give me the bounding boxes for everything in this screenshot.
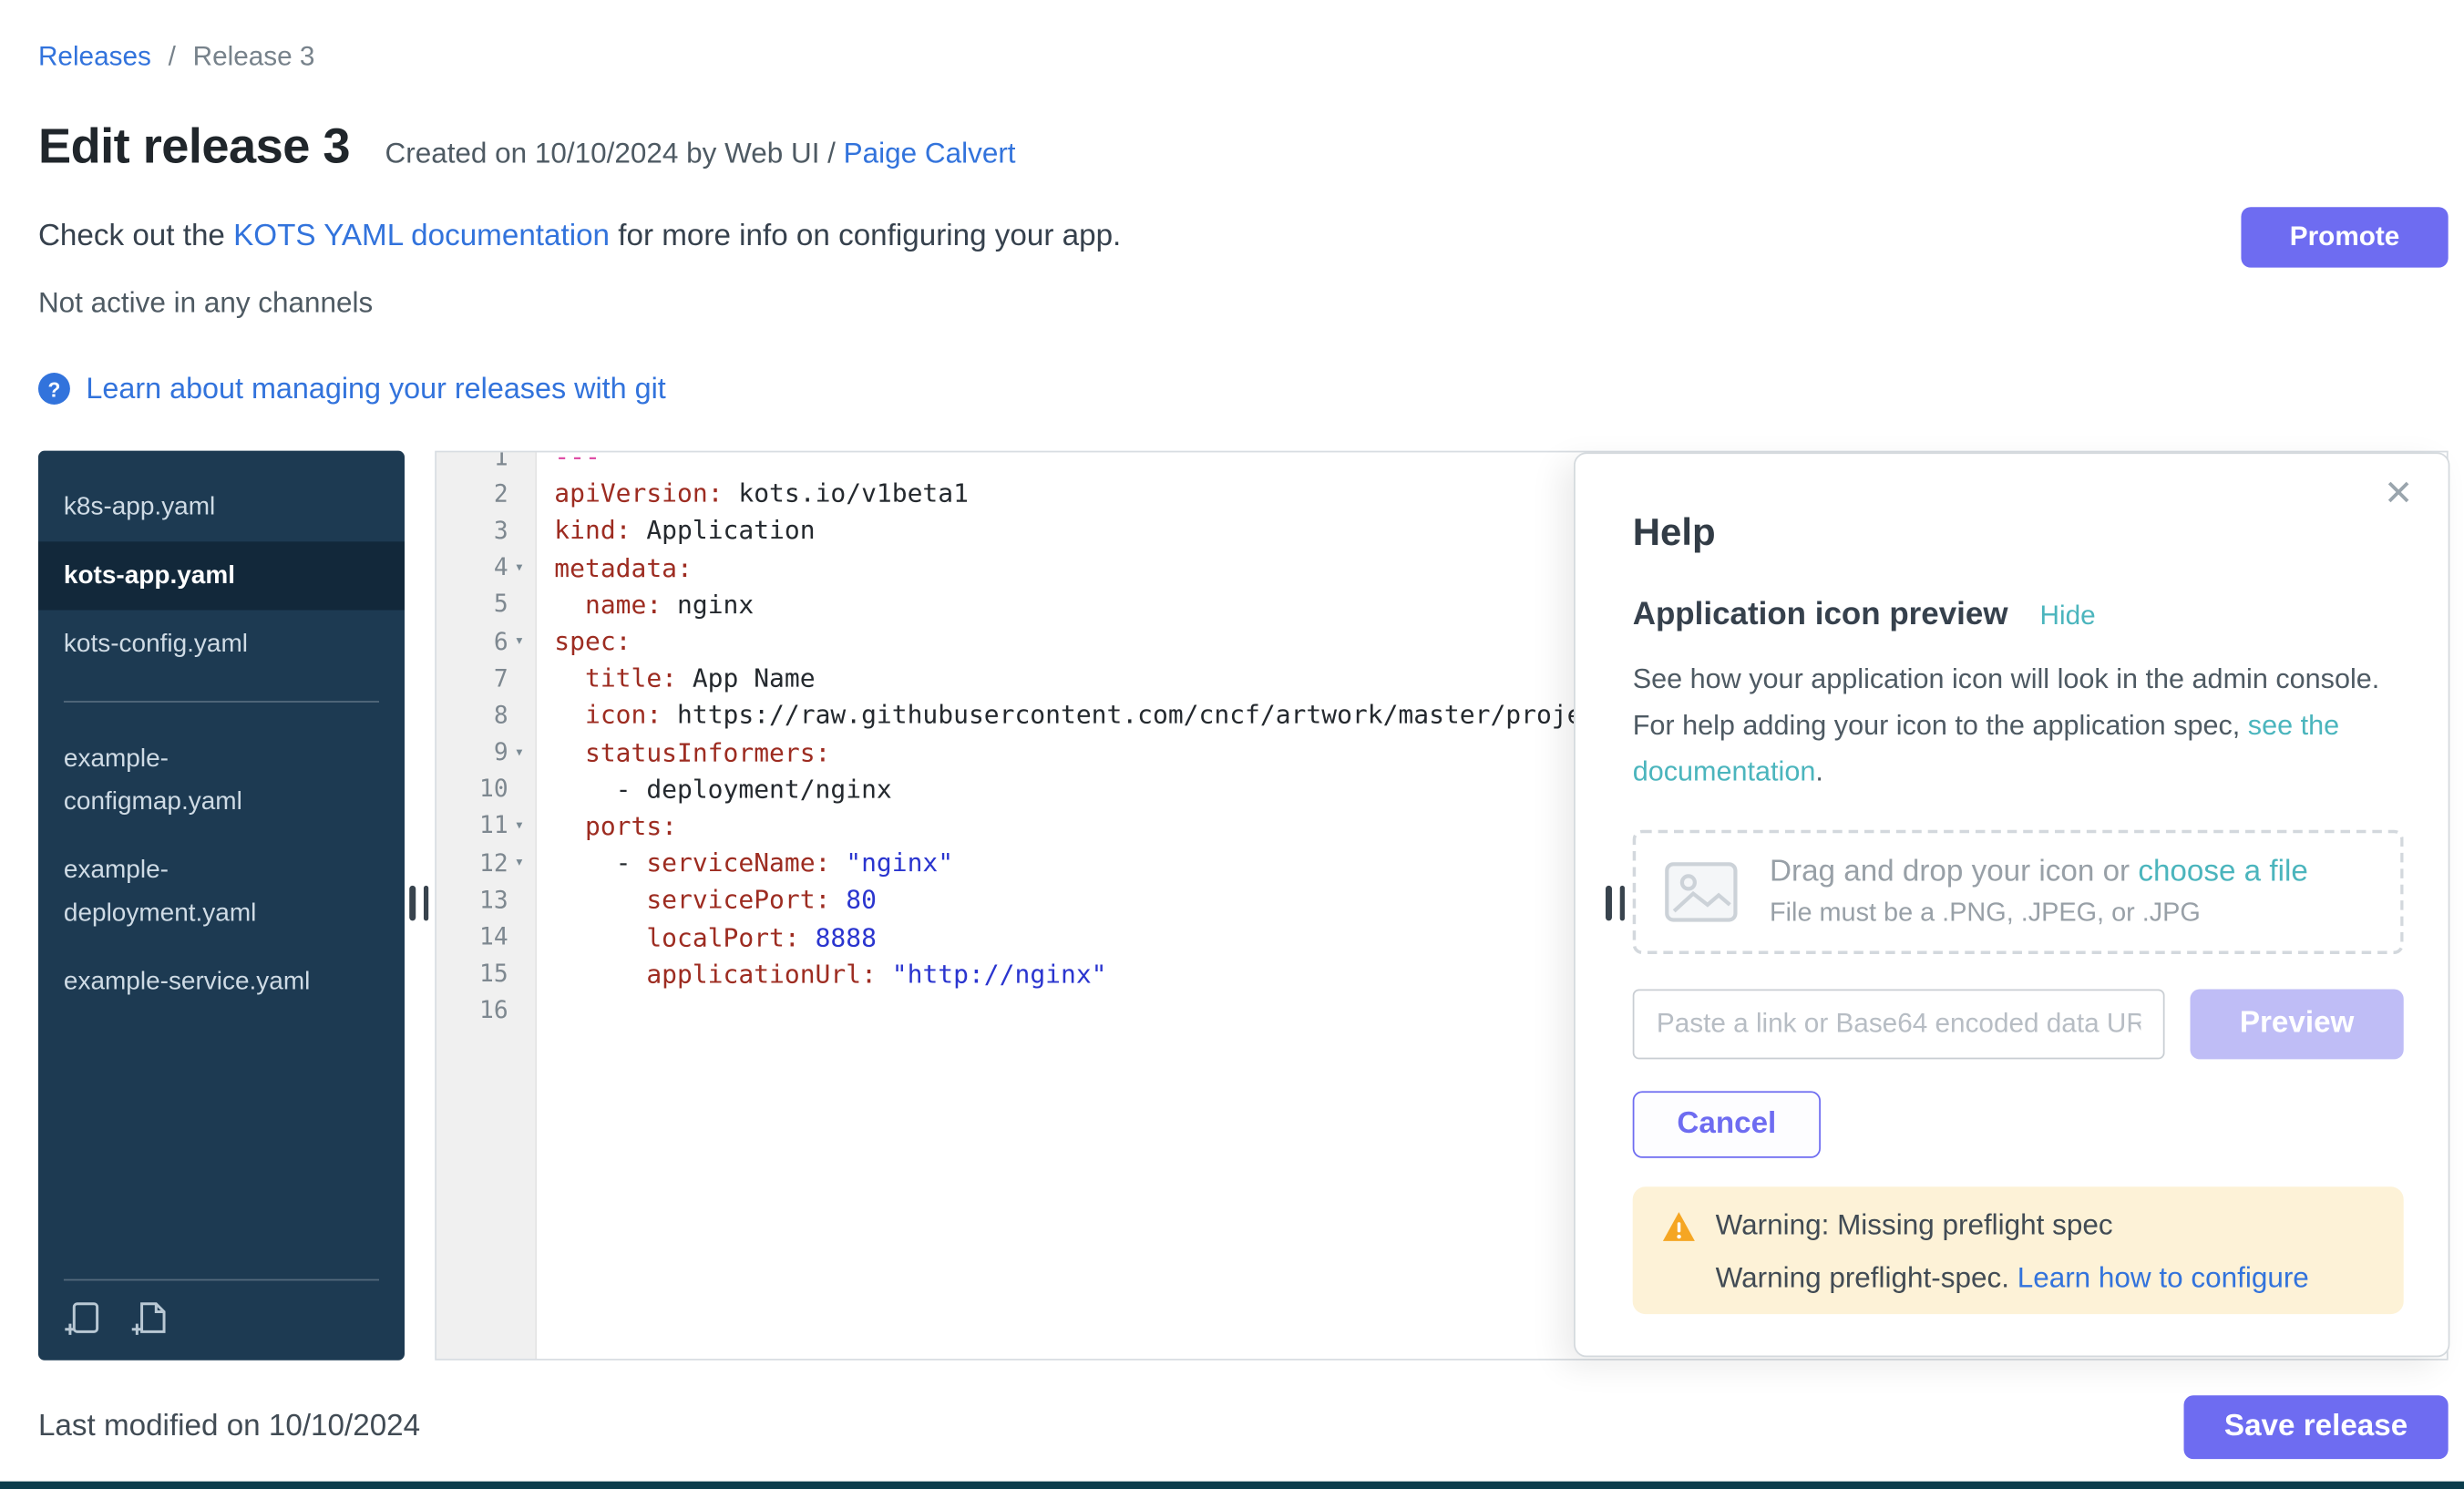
- sidebar-resize-handle[interactable]: [409, 886, 428, 920]
- git-help-row: ? Learn about managing your releases wit…: [38, 371, 2449, 406]
- file-item-example-configmap.yaml[interactable]: example-configmap.yaml: [38, 724, 405, 836]
- line-number-11: 11▾: [436, 807, 535, 845]
- question-mark-icon[interactable]: ?: [38, 373, 70, 405]
- file-item-example-deployment.yaml[interactable]: example-deployment.yaml: [38, 837, 405, 948]
- warning-icon: [1661, 1210, 1696, 1242]
- footer-row: Last modified on 10/10/2024 Save release: [38, 1395, 2449, 1459]
- image-placeholder-icon: [1665, 862, 1738, 922]
- line-number-4: 4▾: [436, 549, 535, 586]
- preflight-warning-box: Warning: Missing preflight spec Warning …: [1633, 1186, 2404, 1314]
- created-text: Created on 10/10/2024 by Web UI /: [385, 137, 843, 169]
- fold-icon[interactable]: ▾: [508, 559, 530, 576]
- line-number-7: 7: [436, 660, 535, 697]
- dropzone-hint: File must be a .PNG, .JPEG, or .JPG: [1770, 899, 2308, 929]
- file-tree-footer: [64, 1279, 379, 1361]
- fold-icon[interactable]: ▾: [508, 632, 530, 650]
- help-panel-resize-handle[interactable]: [1606, 886, 1625, 920]
- breadcrumb-releases-link[interactable]: Releases: [38, 41, 151, 71]
- line-number-16: 16: [436, 992, 535, 1030]
- kots-yaml-docs-link[interactable]: KOTS YAML documentation: [233, 220, 610, 253]
- dropzone-text-block: Drag and drop your icon or choose a file…: [1770, 856, 2308, 929]
- line-number-12: 12▾: [436, 845, 535, 882]
- warning-title-row: Warning: Missing preflight spec: [1661, 1209, 2375, 1243]
- fold-icon[interactable]: ▾: [508, 744, 530, 761]
- file-item-kots-config.yaml[interactable]: kots-config.yaml: [38, 610, 405, 678]
- editor-gutter-lines: 1234▾56▾789▾1011▾12▾13141516: [436, 452, 535, 1029]
- choose-file-link[interactable]: choose a file: [2138, 856, 2307, 889]
- hide-link[interactable]: Hide: [2040, 601, 2096, 632]
- title-row: Edit release 3 Created on 10/10/2024 by …: [38, 118, 2449, 175]
- file-list-primary: k8s-app.yamlkots-app.yamlkots-config.yam…: [38, 473, 405, 678]
- line-number-1: 1: [436, 452, 535, 475]
- line-number-3: 3: [436, 512, 535, 549]
- fold-icon[interactable]: ▾: [508, 817, 530, 835]
- git-releases-help-link[interactable]: Learn about managing your releases with …: [86, 371, 665, 406]
- create-file-icon[interactable]: [130, 1299, 169, 1338]
- fold-icon[interactable]: ▾: [508, 854, 530, 871]
- file-tree-sidebar: k8s-app.yamlkots-app.yamlkots-config.yam…: [38, 451, 405, 1361]
- icon-link-row: Preview: [1633, 990, 2404, 1060]
- docs-prefix: Check out the: [38, 220, 233, 253]
- edit-release-page: Releases / Release 3 Edit release 3 Crea…: [0, 0, 2464, 1489]
- import-file-icon[interactable]: [64, 1299, 102, 1338]
- last-modified-text: Last modified on 10/10/2024: [38, 1410, 420, 1444]
- breadcrumb-separator: /: [169, 41, 176, 71]
- icon-url-input[interactable]: [1633, 990, 2165, 1060]
- icon-dropzone[interactable]: Drag and drop your icon or choose a file…: [1633, 830, 2404, 954]
- line-number-13: 13: [436, 881, 535, 919]
- file-list-divider: [64, 701, 379, 703]
- help-panel: ✕ Help Application icon preview Hide See…: [1574, 452, 2449, 1357]
- preview-button[interactable]: Preview: [2191, 990, 2404, 1060]
- line-number-5: 5: [436, 586, 535, 623]
- breadcrumb: Releases / Release 3: [38, 41, 2449, 73]
- docs-row: Check out the KOTS YAML documentation fo…: [38, 207, 2449, 267]
- line-number-8: 8: [436, 696, 535, 734]
- icon-preview-title: Application icon preview: [1633, 598, 2008, 634]
- file-list-examples: example-configmap.yamlexample-deployment…: [38, 724, 405, 1016]
- docs-suffix: for more info on configuring your app.: [618, 220, 1121, 253]
- cancel-button[interactable]: Cancel: [1633, 1091, 1821, 1157]
- bottom-section-edge: [0, 1482, 2464, 1489]
- file-item-kots-app.yaml[interactable]: kots-app.yaml: [38, 541, 405, 610]
- line-number-2: 2: [436, 475, 535, 512]
- page-title: Edit release 3: [38, 118, 350, 175]
- icon-preview-description: See how your application icon will look …: [1633, 656, 2395, 795]
- line-number-9: 9▾: [436, 734, 535, 771]
- release-workspace: k8s-app.yamlkots-app.yamlkots-config.yam…: [38, 451, 2449, 1361]
- dropzone-text: Drag and drop your icon or choose a file: [1770, 856, 2308, 890]
- learn-how-to-configure-link[interactable]: Learn how to configure: [2017, 1261, 2309, 1293]
- warning-detail-row: Warning preflight-spec. Learn how to con…: [1716, 1261, 2376, 1295]
- icon-preview-section-header: Application icon preview Hide: [1633, 598, 2404, 634]
- save-release-button[interactable]: Save release: [2184, 1395, 2449, 1459]
- editor-gutter: 1234▾56▾789▾1011▾12▾13141516: [436, 452, 537, 1359]
- file-item-example-service.yaml[interactable]: example-service.yaml: [38, 948, 405, 1016]
- line-number-14: 14: [436, 919, 535, 956]
- description-suffix: .: [1815, 755, 1823, 787]
- close-icon[interactable]: ✕: [2384, 477, 2413, 511]
- channel-status: Not active in any channels: [38, 287, 2449, 321]
- file-item-k8s-app.yaml[interactable]: k8s-app.yaml: [38, 473, 405, 541]
- warning-title: Warning: Missing preflight spec: [1716, 1209, 2113, 1243]
- docs-text: Check out the KOTS YAML documentation fo…: [38, 220, 1121, 254]
- promote-button[interactable]: Promote: [2241, 207, 2448, 267]
- help-panel-title: Help: [1633, 511, 2404, 556]
- breadcrumb-current: Release 3: [193, 41, 315, 71]
- created-by-link[interactable]: Paige Calvert: [844, 137, 1016, 169]
- line-number-6: 6▾: [436, 622, 535, 660]
- line-number-10: 10: [436, 770, 535, 807]
- line-number-15: 15: [436, 955, 535, 992]
- created-info: Created on 10/10/2024 by Web UI / Paige …: [385, 137, 1015, 170]
